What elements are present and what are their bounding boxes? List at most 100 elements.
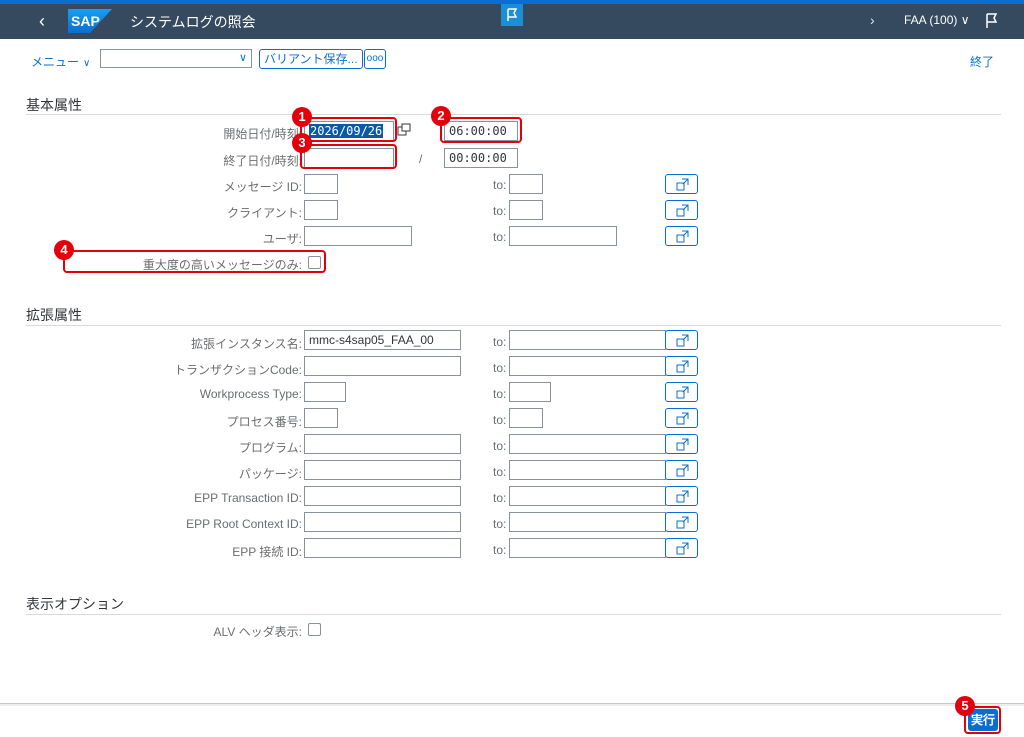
alv-header-checkbox[interactable]: [308, 623, 321, 636]
multiple-selection-button[interactable]: [665, 434, 698, 454]
multiple-selection-icon: [676, 360, 689, 373]
end-time-input[interactable]: 00:00:00: [444, 148, 518, 168]
multiple-selection-button[interactable]: [665, 460, 698, 480]
to-label: to:: [493, 439, 507, 453]
exit-button[interactable]: 終了: [970, 53, 994, 70]
section-title-basic: 基本属性: [26, 97, 82, 113]
multiple-selection-button[interactable]: [665, 382, 698, 402]
multiple-selection-button[interactable]: [665, 486, 698, 506]
to-label: to:: [493, 361, 507, 375]
variant-select[interactable]: ∨: [100, 49, 252, 68]
multiple-selection-icon: [676, 334, 689, 347]
multiple-selection-icon: [676, 490, 689, 503]
to-label: to:: [493, 178, 507, 192]
annotation-badge-1: 1: [292, 107, 312, 127]
to-label: to:: [493, 413, 507, 427]
process-number-to-input[interactable]: [509, 408, 543, 428]
calendar-icon[interactable]: [396, 122, 412, 140]
process-number-input[interactable]: [304, 408, 338, 428]
flag-icon[interactable]: [984, 12, 1000, 30]
to-label: to:: [493, 465, 507, 479]
to-label: to:: [493, 230, 507, 244]
multiple-selection-button[interactable]: [665, 512, 698, 532]
svg-text:SAP: SAP: [71, 13, 100, 29]
start-datetime-label: 開始日付/時刻:: [223, 127, 302, 141]
section-title-extended: 拡張属性: [26, 307, 82, 323]
multiple-selection-button[interactable]: [665, 330, 698, 350]
toolbar: メニュー ∨ ∨ バリアント保存... ooo 終了: [0, 44, 1024, 76]
message-id-from-input[interactable]: [304, 174, 338, 194]
to-label: to:: [493, 543, 507, 557]
annotation-badge-4: 4: [54, 240, 74, 260]
program-input[interactable]: [304, 434, 461, 454]
section-divider: [26, 614, 1001, 615]
multiple-selection-icon: [676, 386, 689, 399]
flag-icon-center[interactable]: [501, 4, 523, 26]
multiple-selection-button[interactable]: [665, 226, 698, 246]
multiple-selection-button[interactable]: [665, 174, 698, 194]
workprocess-type-input[interactable]: [304, 382, 346, 402]
extended-row-label: パッケージ:: [238, 467, 302, 481]
to-label: to:: [493, 387, 507, 401]
multiple-selection-button[interactable]: [665, 538, 698, 558]
client-to-input[interactable]: [509, 200, 543, 220]
package-to-input[interactable]: [509, 460, 666, 480]
multiple-selection-button[interactable]: [665, 356, 698, 376]
epp-connection-id-input[interactable]: [304, 538, 461, 558]
workprocess-type-to-input[interactable]: [509, 382, 551, 402]
user-from-input[interactable]: [304, 226, 412, 246]
alv-header-label: ALV ヘッダ表示:: [213, 625, 302, 639]
annotation-box-high-severity: [63, 250, 326, 273]
extended-row-label: EPP Root Context ID:: [186, 517, 302, 531]
section-divider: [26, 325, 1001, 326]
transaction-code-to-input[interactable]: [509, 356, 666, 376]
extended-row-label: プロセス番号:: [226, 415, 302, 429]
multiple-selection-button[interactable]: [665, 408, 698, 428]
epp-root-context-id-to-input[interactable]: [509, 512, 666, 532]
message-id-to-input[interactable]: [509, 174, 543, 194]
end-datetime-label: 終了日付/時刻:: [223, 154, 302, 168]
sap-logo: SAP: [68, 9, 112, 33]
transaction-code-input[interactable]: [304, 356, 461, 376]
multiple-selection-icon: [676, 542, 689, 555]
to-label: to:: [493, 517, 507, 531]
back-icon[interactable]: ‹: [30, 10, 54, 32]
client-from-input[interactable]: [304, 200, 338, 220]
to-label: to:: [493, 335, 507, 349]
chevron-down-icon: ∨: [238, 52, 247, 64]
multiple-selection-button[interactable]: [665, 200, 698, 220]
instance-name-to-input[interactable]: [509, 330, 666, 350]
extended-row-label: EPP Transaction ID:: [194, 491, 302, 505]
epp-root-context-id-input[interactable]: [304, 512, 461, 532]
extended-row-label: プログラム:: [239, 441, 302, 455]
extended-row-label: EPP 接続 ID:: [232, 545, 302, 559]
annotation-box-start-date: [300, 117, 397, 142]
program-to-input[interactable]: [509, 434, 666, 454]
system-selector[interactable]: FAA (100) ∨: [904, 13, 970, 27]
to-label: to:: [493, 491, 507, 505]
annotation-box-end-date: [300, 144, 397, 169]
to-label: to:: [493, 204, 507, 218]
extended-row-label: 拡張インスタンス名:: [191, 337, 302, 351]
multiple-selection-icon: [676, 438, 689, 451]
annotation-badge-3: 3: [292, 133, 312, 153]
annotation-badge-2: 2: [431, 106, 451, 126]
page-title: システムログの照会: [130, 14, 256, 30]
epp-transaction-id-to-input[interactable]: [509, 486, 666, 506]
chevron-right-icon[interactable]: ›: [870, 12, 875, 28]
epp-transaction-id-input[interactable]: [304, 486, 461, 506]
more-button[interactable]: ooo: [364, 49, 386, 69]
multiple-selection-icon: [676, 516, 689, 529]
annotation-badge-5: 5: [955, 696, 975, 716]
save-variant-button[interactable]: バリアント保存...: [259, 49, 363, 69]
multiple-selection-icon: [676, 464, 689, 477]
user-to-input[interactable]: [509, 226, 617, 246]
multiple-selection-icon: [676, 412, 689, 425]
multiple-selection-icon: [676, 178, 689, 191]
package-input[interactable]: [304, 460, 461, 480]
epp-connection-id-to-input[interactable]: [509, 538, 666, 558]
menu-button[interactable]: メニュー ∨: [31, 53, 90, 70]
footer-shadow: [0, 704, 1024, 706]
instance-name-input[interactable]: mmc-s4sap05_FAA_00: [304, 330, 461, 350]
chevron-down-icon: ∨: [83, 58, 91, 69]
